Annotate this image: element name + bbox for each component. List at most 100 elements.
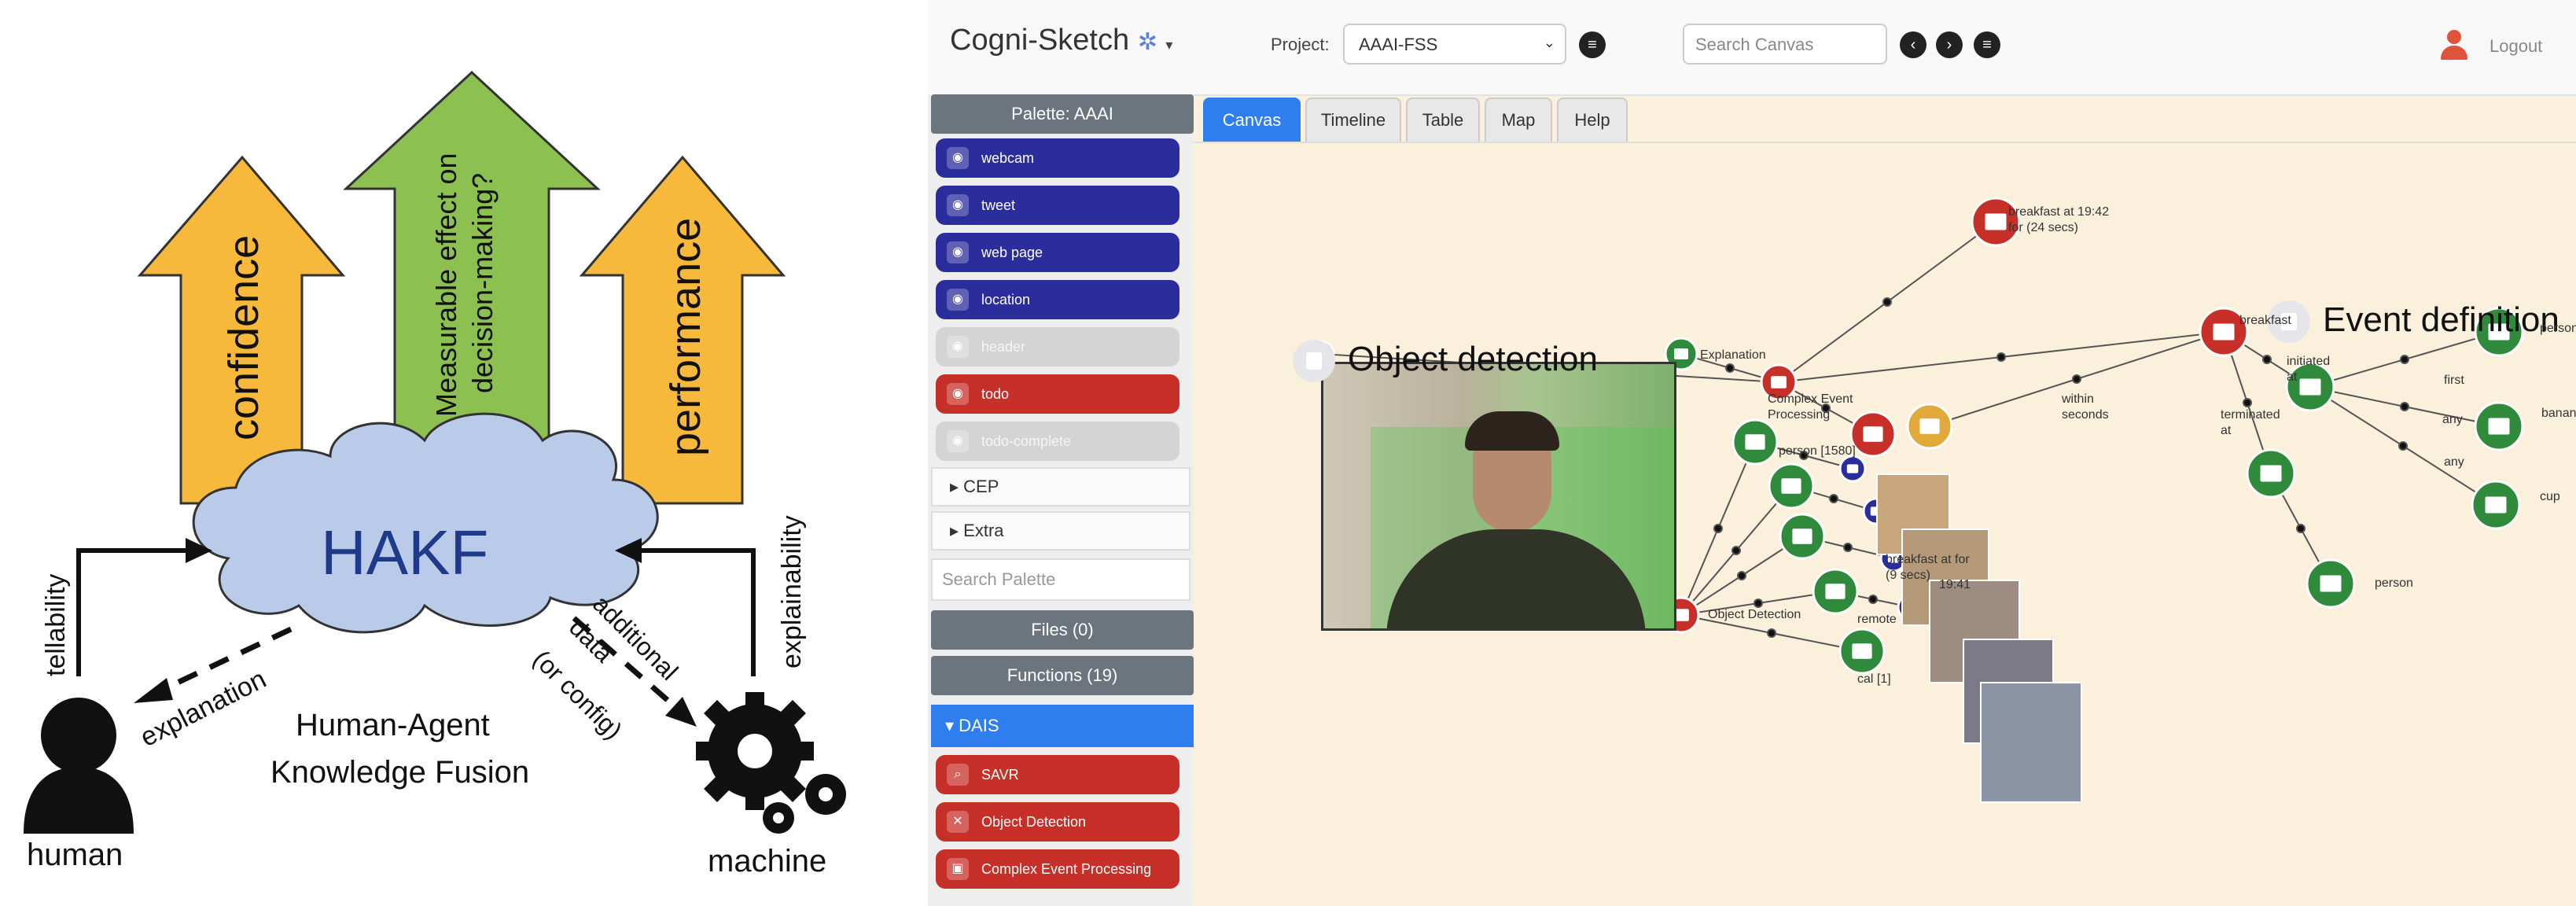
node-n2[interactable] [1768,462,1815,510]
node-p1[interactable] [1838,455,1867,483]
edge-midpoint-dot[interactable] [1754,598,1763,608]
tab-timeline[interactable]: Timeline [1305,98,1401,142]
node-cupn[interactable] [2471,480,2521,530]
section-extra[interactable]: ▸ Extra [931,511,1190,551]
node-type-icon [1792,528,1812,544]
palette-item-webcam[interactable]: ◉ webcam [936,138,1179,178]
edge-midpoint-dot[interactable] [2400,355,2409,364]
function-object-detection-label: Object Detection [981,814,1087,830]
node-term[interactable] [2246,448,2296,499]
palette-title: Palette: AAAI [931,94,1194,134]
crosshair-icon: ✕ [947,811,969,833]
edge-midpoint-dot[interactable] [2262,355,2272,364]
project-value: AAAI-FSS [1359,35,1438,54]
node-label-breakfast-1942: breakfast at 19:42 for (24 secs) [2008,205,2110,234]
webcam-frame[interactable] [1321,362,1676,631]
app-brand[interactable]: Cogni-Sketch ✲ ▾ [950,24,1172,57]
node-breakfast_time[interactable] [1906,403,1953,450]
search-menu-icon[interactable]: ≡ [1974,31,2000,58]
todo-complete-icon: ◉ [947,430,969,452]
next-icon[interactable]: › [1936,31,1963,58]
edge-midpoint-dot[interactable] [1725,363,1735,373]
node-label-remote: remote [1857,613,1897,626]
palette-item-label: todo-complete [981,433,1072,449]
node-label-person-right: person [2540,322,2576,335]
palette-item-todo-complete[interactable]: ◉ todo-complete [936,422,1179,461]
measurable-arrow: Measurable effect on decision-making? [343,70,601,442]
human-label: human [27,838,123,872]
node-ban[interactable] [2474,401,2524,451]
tab-canvas[interactable]: Canvas [1203,98,1301,142]
edge-midpoint-dot[interactable] [1843,543,1853,552]
edge-midpoint-dot[interactable] [2072,374,2081,384]
edge-midpoint-dot[interactable] [2296,524,2306,533]
search-canvas-input[interactable]: Search Canvas [1683,24,1887,64]
tab-map[interactable]: Map [1485,98,1552,142]
logout-link[interactable]: Logout [2490,36,2542,57]
event-definition-callout: Event definition [2268,300,2559,344]
node-label-cup: cup [2540,490,2560,503]
node-label-person: person [2375,576,2413,590]
section-cep[interactable]: ▸ CEP [931,467,1190,506]
function-complex-event-processing[interactable]: ▣ Complex Event Processing [936,849,1179,889]
function-savr[interactable]: ⌕ SAVR [936,755,1179,794]
node-type-icon [1771,376,1787,389]
document-icon [1293,340,1335,383]
user-icon[interactable] [2441,30,2467,61]
previous-icon[interactable]: ‹ [1900,31,1926,58]
palette-item-todo[interactable]: ◉ todo [936,374,1179,414]
node-n3[interactable] [1779,513,1826,560]
sketch-canvas[interactable]: Object detection Event definition breakf… [1194,142,2576,906]
palette-item-header[interactable]: ◉ header [936,327,1179,366]
tellability-label: tellability [41,574,71,676]
explanation-label: explanation [135,664,270,753]
edge-midpoint-dot[interactable] [1767,628,1776,638]
node-label-person-1580: person [1580] [1779,444,1856,458]
node-type-icon [1919,418,1940,434]
edge-midpoint-dot[interactable] [1731,546,1741,555]
palette-item-web-page[interactable]: ◉ web page [936,233,1179,272]
anchor-icon: ◉ [947,289,969,311]
palette-item-tweet[interactable]: ◉ tweet [936,186,1179,225]
chevron-down-icon: ▾ [1165,37,1173,53]
human-icon: human [24,698,134,872]
edge-midpoint-dot[interactable] [1829,494,1838,503]
node-n4[interactable] [1812,568,1859,615]
node-type-icon [2320,575,2342,592]
photo-thumbnail-5[interactable] [1980,682,2082,803]
project-menu-icon[interactable]: ≡ [1579,31,1606,58]
edge-midpoint-dot[interactable] [1996,352,2006,362]
node-label-breakfast: breakfast [2239,314,2291,327]
palette-item-location[interactable]: ◉ location [936,280,1179,319]
edge-midpoint-dot[interactable] [2243,398,2252,407]
function-object-detection[interactable]: ✕ Object Detection [936,802,1179,842]
function-savr-label: SAVR [981,767,1019,783]
edge-midpoint-dot[interactable] [1868,595,1878,604]
edge-midpoint-dot[interactable] [1737,571,1746,580]
edge-midpoint-dot[interactable] [1882,297,1892,307]
node-type-icon [2485,496,2507,514]
node-label-cep: Complex Event Processing [1768,392,1853,422]
section-extra-label: Extra [963,521,1004,540]
node-person[interactable] [2306,558,2356,609]
measurable-label-line1: Measurable effect on [430,153,462,417]
files-header[interactable]: Files (0) [931,610,1194,650]
tab-help[interactable]: Help [1557,98,1628,142]
dais-section[interactable]: ▾ DAIS [931,705,1194,747]
hakf-diagram: confidence Measurable effect on decision… [24,70,846,878]
node-label-within: within seconds [2062,392,2109,422]
palette-item-label: todo [981,386,1010,402]
node-n5[interactable] [1838,628,1886,675]
hair-shape [1465,411,1559,451]
edge-midpoint-dot[interactable] [2398,441,2408,451]
dais-label: DAIS [959,716,999,735]
node-label-breakfast-time: 19:41 [1939,578,1971,591]
search-palette-input[interactable]: Search Palette [931,558,1190,601]
edge-midpoint-dot[interactable] [1713,524,1723,533]
functions-header[interactable]: Functions (19) [931,656,1194,695]
project-select[interactable]: AAAI-FSS ⌄ [1343,24,1566,64]
search-icon: ⌕ [947,764,969,786]
tab-table[interactable]: Table [1406,98,1480,142]
edge-midpoint-dot[interactable] [2400,402,2409,411]
node-person1580[interactable] [1731,418,1779,466]
